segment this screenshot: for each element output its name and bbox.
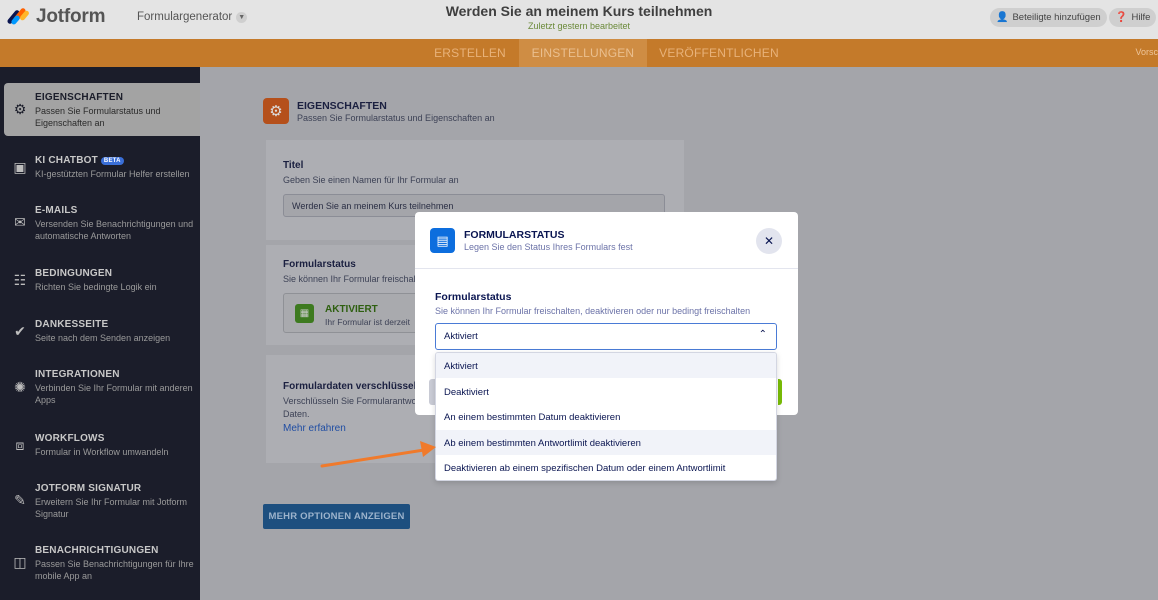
annotation-arrow-icon xyxy=(320,441,436,468)
